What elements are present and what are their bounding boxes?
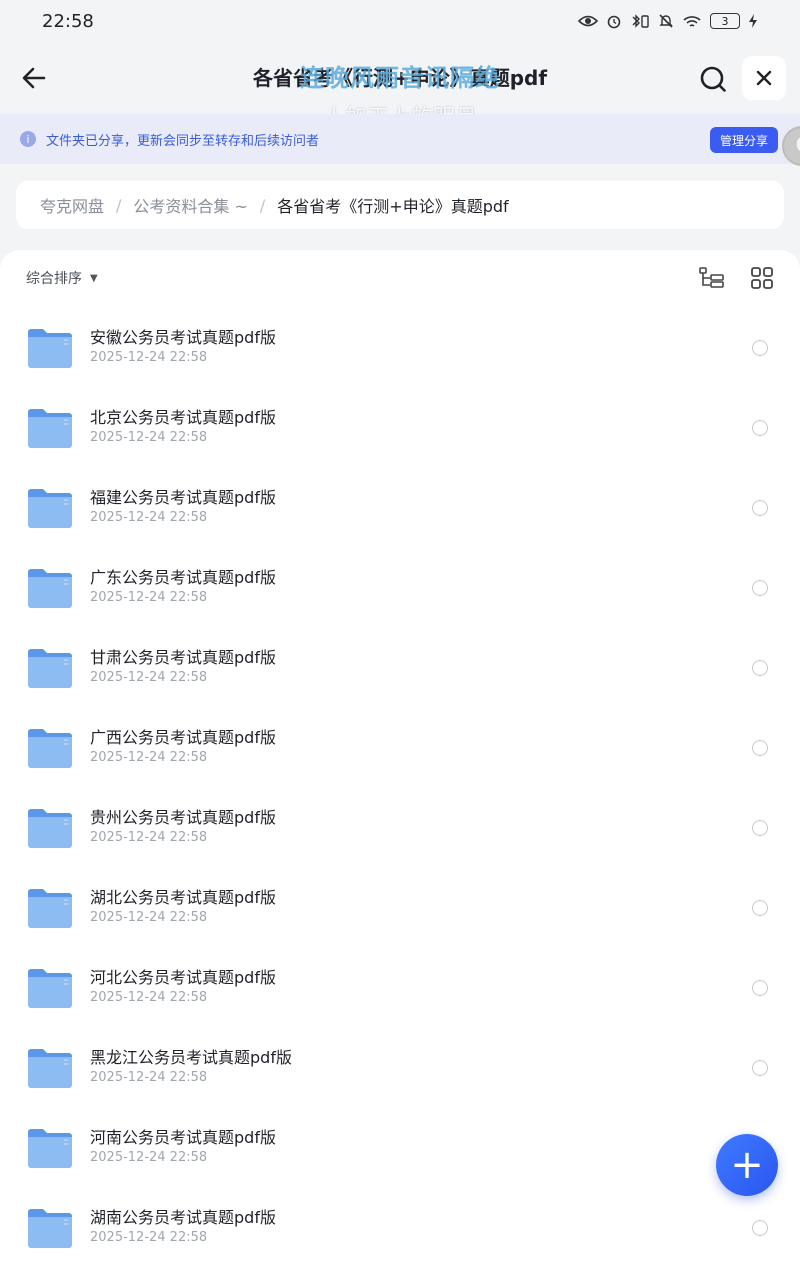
status-time: 22:58 [42, 10, 94, 32]
file-date: 2025-12-24 22:58 [90, 510, 208, 525]
folder-icon [28, 889, 72, 928]
folder-icon [28, 409, 72, 448]
breadcrumb-item-current: 各省省考《行测+申论》真题pdf [277, 197, 509, 216]
tree-view-icon [699, 267, 724, 288]
breadcrumb-separator: / [116, 195, 122, 215]
grid-view-button[interactable] [750, 266, 774, 290]
close-button[interactable] [742, 56, 786, 100]
file-row[interactable]: 河南公务员考试真题pdf版 2025-12-24 22:58 [0, 1106, 800, 1186]
folder-icon [28, 649, 72, 688]
select-checkbox[interactable] [752, 340, 768, 356]
top-bar: 各省省考《行测+申论》真题pdf [0, 42, 800, 114]
file-row[interactable]: 广西公务员考试真题pdf版 2025-12-24 22:58 [0, 706, 800, 786]
sort-label: 综合排序 [26, 271, 82, 287]
select-checkbox[interactable] [752, 1220, 768, 1236]
file-row[interactable]: 贵州公务员考试真题pdf版 2025-12-24 22:58 [0, 786, 800, 866]
folder-icon [28, 329, 72, 368]
file-date: 2025-12-24 22:58 [90, 350, 208, 365]
chevron-down-icon: ▼ [90, 272, 98, 284]
file-name: 湖南公务员考试真题pdf版 [90, 1208, 276, 1227]
status-icons: 3 [578, 13, 758, 29]
select-checkbox[interactable] [752, 500, 768, 516]
file-date: 2025-12-24 22:58 [90, 990, 208, 1005]
select-checkbox[interactable] [752, 1060, 768, 1076]
select-checkbox[interactable] [752, 580, 768, 596]
folder-icon [28, 1209, 72, 1248]
breadcrumb-item-parent[interactable]: 公考资料合集 ~ [133, 193, 248, 217]
file-list: 安徽公务员考试真题pdf版 2025-12-24 22:58 北京公务员考试真题… [0, 306, 800, 1266]
file-date: 2025-12-24 22:58 [90, 430, 208, 445]
bluetooth-battery-icon [632, 14, 649, 28]
breadcrumb-item-root[interactable]: 夸克网盘 [40, 193, 104, 217]
file-name: 甘肃公务员考试真题pdf版 [90, 648, 276, 667]
breadcrumb-separator: / [259, 195, 266, 215]
manage-share-button[interactable]: 管理分享 [710, 127, 779, 153]
file-row[interactable]: 河北公务员考试真题pdf版 2025-12-24 22:58 [0, 946, 800, 1026]
mute-icon [659, 14, 673, 28]
file-name: 广西公务员考试真题pdf版 [90, 728, 276, 747]
folder-icon [28, 1129, 72, 1168]
file-name: 北京公务员考试真题pdf版 [90, 408, 276, 427]
file-name: 河南公务员考试真题pdf版 [90, 1128, 276, 1147]
file-row[interactable]: 广东公务员考试真题pdf版 2025-12-24 22:58 [0, 546, 800, 626]
select-checkbox[interactable] [752, 420, 768, 436]
file-name: 黑龙江公务员考试真题pdf版 [90, 1048, 292, 1067]
file-row[interactable]: 湖北公务员考试真题pdf版 2025-12-24 22:58 [0, 866, 800, 946]
sort-selector[interactable]: 综合排序 ▼ [26, 268, 98, 288]
file-row[interactable]: 安徽公务员考试真题pdf版 2025-12-24 22:58 [0, 306, 800, 386]
tree-view-button[interactable] [698, 266, 726, 290]
select-checkbox[interactable] [752, 660, 768, 676]
file-row[interactable]: 福建公务员考试真题pdf版 2025-12-24 22:58 [0, 466, 800, 546]
select-checkbox[interactable] [752, 820, 768, 836]
file-date: 2025-12-24 22:58 [90, 910, 208, 925]
plus-icon: + [730, 1142, 764, 1188]
alarm-icon [607, 15, 621, 29]
info-icon: i [20, 131, 36, 147]
close-icon [756, 70, 772, 86]
eye-icon [578, 15, 598, 27]
file-date: 2025-12-24 22:58 [90, 1150, 208, 1165]
file-row[interactable]: 甘肃公务员考试真题pdf版 2025-12-24 22:58 [0, 626, 800, 706]
file-name: 安徽公务员考试真题pdf版 [90, 328, 276, 347]
file-name: 湖北公务员考试真题pdf版 [90, 888, 276, 907]
folder-icon [28, 569, 72, 608]
folder-icon [28, 489, 72, 528]
search-button[interactable] [696, 62, 730, 96]
file-date: 2025-12-24 22:58 [90, 1070, 208, 1085]
select-checkbox[interactable] [752, 980, 768, 996]
file-date: 2025-12-24 22:58 [90, 590, 208, 605]
file-date: 2025-12-24 22:58 [90, 1230, 208, 1245]
charging-icon [749, 14, 757, 28]
grid-view-icon [751, 267, 773, 289]
status-bar: 22:58 3 [0, 0, 800, 42]
select-checkbox[interactable] [752, 740, 768, 756]
file-name: 福建公务员考试真题pdf版 [90, 488, 276, 507]
select-checkbox[interactable] [752, 900, 768, 916]
battery-indicator: 3 [710, 13, 740, 29]
file-row[interactable]: 北京公务员考试真题pdf版 2025-12-24 22:58 [0, 386, 800, 466]
file-list-panel: 综合排序 ▼ 安徽公务员考试真题pdf版 2025-12-24 22:58 北京… [0, 250, 800, 1280]
file-date: 2025-12-24 22:58 [90, 830, 208, 845]
folder-icon [28, 969, 72, 1008]
file-name: 贵州公务员考试真题pdf版 [90, 808, 276, 827]
add-button[interactable]: + [716, 1134, 778, 1196]
share-banner: i 文件夹已分享，更新会同步至转存和后续访问者 管理分享 [0, 114, 800, 164]
folder-icon [28, 809, 72, 848]
share-banner-text: 文件夹已分享，更新会同步至转存和后续访问者 [46, 133, 320, 149]
file-row[interactable]: 黑龙江公务员考试真题pdf版 2025-12-24 22:58 [0, 1026, 800, 1106]
page-title: 各省省考《行测+申论》真题pdf [252, 66, 548, 90]
file-date: 2025-12-24 22:58 [90, 750, 208, 765]
folder-icon [28, 1049, 72, 1088]
file-date: 2025-12-24 22:58 [90, 670, 208, 685]
breadcrumb: 夸克网盘 / 公考资料合集 ~ / 各省省考《行测+申论》真题pdf [16, 181, 784, 229]
file-name: 广东公务员考试真题pdf版 [90, 568, 276, 587]
file-name: 河北公务员考试真题pdf版 [90, 968, 276, 987]
search-icon [700, 66, 726, 92]
wifi-icon [683, 16, 701, 27]
file-row[interactable]: 湖南公务员考试真题pdf版 2025-12-24 22:58 [0, 1186, 800, 1266]
folder-icon [28, 729, 72, 768]
